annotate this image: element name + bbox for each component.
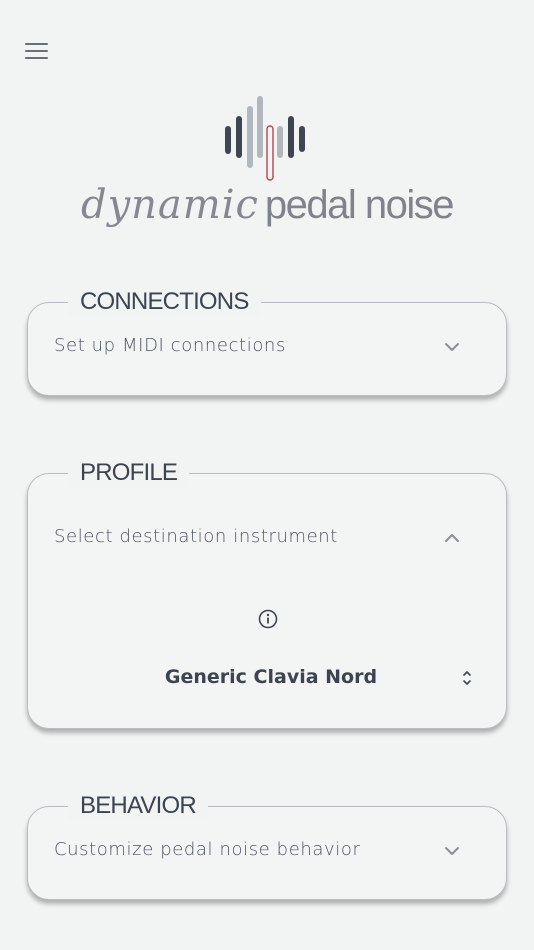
logo-text-dynamic: dynamic xyxy=(80,182,259,228)
connections-card: CONNECTIONS Set up MIDI connections xyxy=(27,287,507,396)
app-logo: dynamic pedal noise xyxy=(0,90,534,250)
behavior-toggle[interactable]: Customize pedal noise behavior xyxy=(28,831,506,871)
behavior-title: BEHAVIOR xyxy=(68,791,208,821)
profile-summary: Select destination instrument xyxy=(54,526,338,547)
unfold-more-icon xyxy=(463,671,471,685)
connections-toggle[interactable]: Set up MIDI connections xyxy=(28,327,506,367)
app-page: dynamic pedal noise CONNECTIONS Set up MI… xyxy=(0,0,534,950)
instrument-value: Generic Clavia Nord xyxy=(164,666,378,688)
profile-card: PROFILE Select destination instrument Ge… xyxy=(27,458,507,729)
chevron-up-icon xyxy=(445,534,459,542)
waveform-pedal-logo xyxy=(225,96,305,181)
connections-summary: Set up MIDI connections xyxy=(54,335,286,356)
profile-toggle[interactable]: Select destination instrument xyxy=(28,518,506,558)
chevron-down-icon xyxy=(445,343,459,351)
info-circle-icon[interactable] xyxy=(257,608,279,630)
logo-wordmark: dynamic pedal noise xyxy=(0,182,534,228)
logo-text-pedal-noise: pedal noise xyxy=(264,183,455,227)
connections-title: CONNECTIONS xyxy=(68,287,261,317)
instrument-select[interactable]: Generic Clavia Nord xyxy=(68,660,474,696)
behavior-card: BEHAVIOR Customize pedal noise behavior xyxy=(27,791,507,900)
profile-title: PROFILE xyxy=(68,458,190,488)
menu-button[interactable] xyxy=(22,38,52,64)
behavior-summary: Customize pedal noise behavior xyxy=(54,839,361,860)
chevron-down-icon xyxy=(445,847,459,855)
